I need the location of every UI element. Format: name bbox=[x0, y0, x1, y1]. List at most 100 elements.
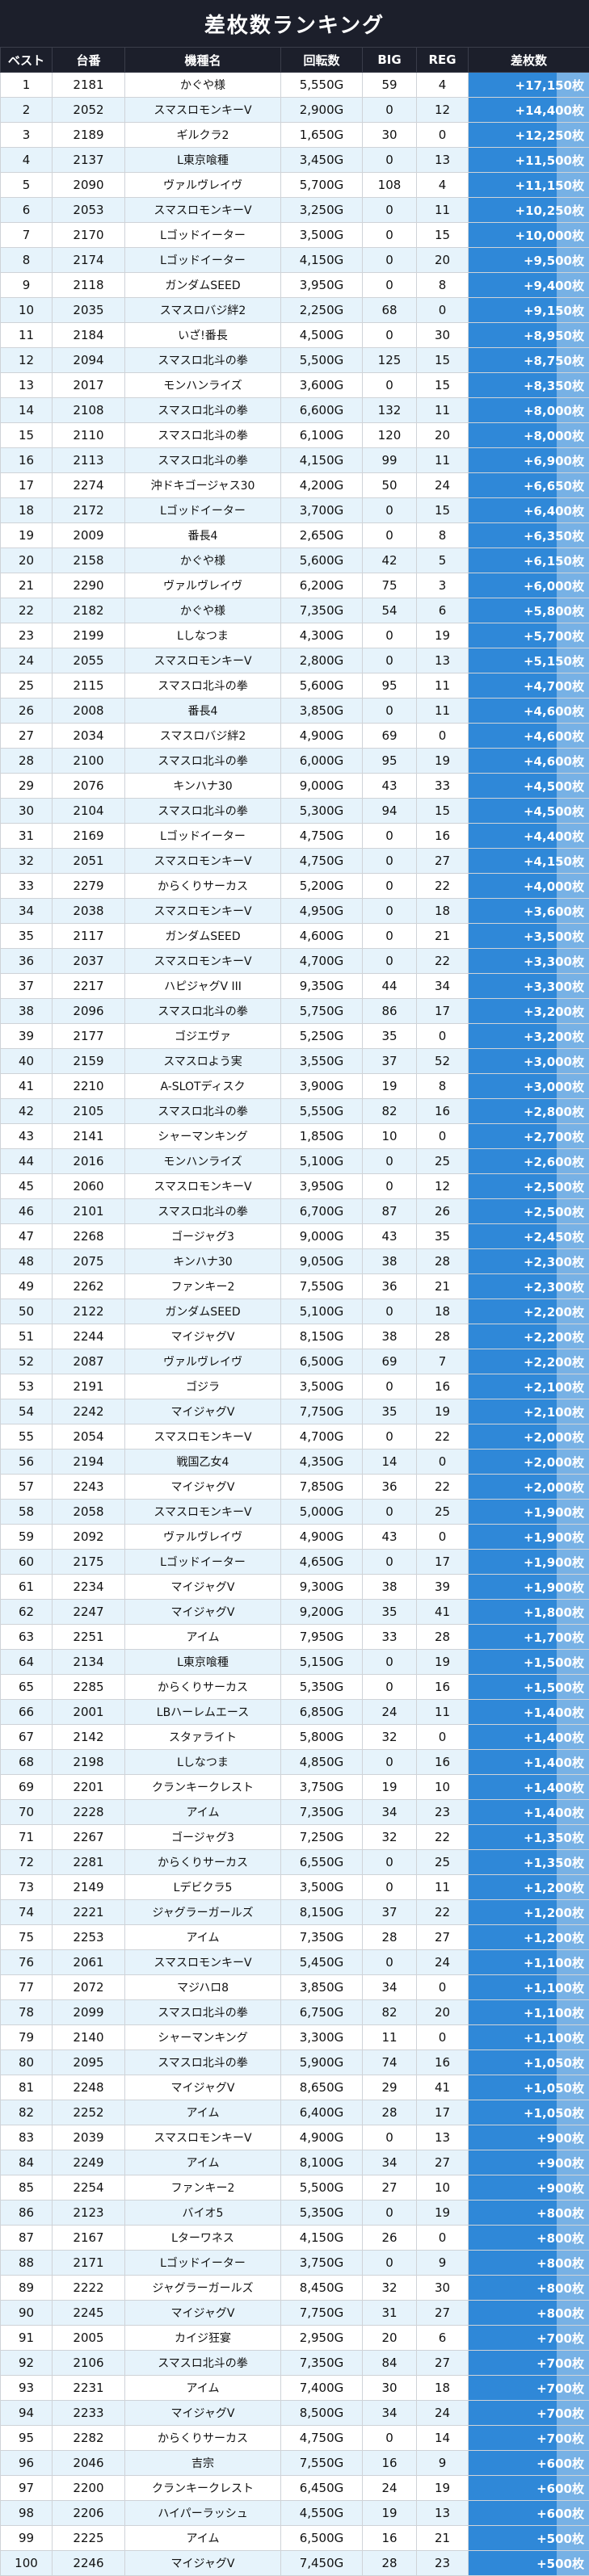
machine-number-cell: 2046 bbox=[53, 2451, 125, 2476]
machine-number-cell: 2199 bbox=[53, 623, 125, 648]
difference-cell: +2,200枚 bbox=[469, 1349, 589, 1374]
difference-cell: +1,100枚 bbox=[469, 2000, 589, 2025]
big-cell: 68 bbox=[363, 298, 417, 323]
machine-name-cell: アイム bbox=[125, 2150, 281, 2175]
difference-cell: +5,800枚 bbox=[469, 598, 589, 623]
machine-name-cell: ガンダムSEED bbox=[125, 924, 281, 949]
header-machine-number: 台番 bbox=[53, 48, 125, 73]
difference-cell: +1,500枚 bbox=[469, 1650, 589, 1675]
rank-cell: 93 bbox=[1, 2376, 53, 2401]
table-row: 402159スマスロよう実3,550G3752+3,000枚 bbox=[1, 1049, 589, 1074]
difference-value: +1,400枚 bbox=[524, 1731, 584, 1745]
rank-cell: 51 bbox=[1, 1324, 53, 1349]
difference-cell: +6,900枚 bbox=[469, 448, 589, 473]
table-row: 442016モンハンライズ5,100G025+2,600枚 bbox=[1, 1149, 589, 1174]
reg-cell: 15 bbox=[417, 348, 469, 373]
table-row: 422105スマスロ北斗の拳5,550G8216+2,800枚 bbox=[1, 1099, 589, 1124]
machine-name-cell: スマスロモンキーV bbox=[125, 949, 281, 974]
big-cell: 0 bbox=[363, 2251, 417, 2276]
machine-number-cell: 2106 bbox=[53, 2351, 125, 2376]
rank-cell: 28 bbox=[1, 749, 53, 774]
reg-cell: 24 bbox=[417, 1950, 469, 1975]
difference-cell: +800枚 bbox=[469, 2301, 589, 2326]
difference-value: +4,600枚 bbox=[524, 729, 584, 744]
big-cell: 69 bbox=[363, 1349, 417, 1374]
reg-cell: 6 bbox=[417, 2326, 469, 2351]
machine-number-cell: 2210 bbox=[53, 1074, 125, 1099]
machine-number-cell: 2099 bbox=[53, 2000, 125, 2025]
difference-value: +4,500枚 bbox=[524, 804, 584, 819]
big-cell: 38 bbox=[363, 1324, 417, 1349]
difference-value: +10,250枚 bbox=[515, 203, 584, 218]
spins-cell: 3,450G bbox=[281, 148, 363, 173]
big-cell: 0 bbox=[363, 248, 417, 273]
spins-cell: 7,350G bbox=[281, 598, 363, 623]
spins-cell: 3,600G bbox=[281, 373, 363, 398]
machine-name-cell: からくりサーカス bbox=[125, 874, 281, 899]
rank-cell: 87 bbox=[1, 2226, 53, 2251]
difference-cell: +3,300枚 bbox=[469, 949, 589, 974]
reg-cell: 0 bbox=[417, 2025, 469, 2050]
machine-name-cell: スマスロ北斗の拳 bbox=[125, 2000, 281, 2025]
spins-cell: 6,600G bbox=[281, 398, 363, 423]
big-cell: 0 bbox=[363, 874, 417, 899]
rank-cell: 26 bbox=[1, 699, 53, 724]
big-cell: 20 bbox=[363, 2326, 417, 2351]
difference-cell: +6,400枚 bbox=[469, 498, 589, 523]
difference-value: +11,500枚 bbox=[515, 153, 584, 168]
difference-value: +1,400枚 bbox=[524, 1806, 584, 1820]
difference-cell: +6,150枚 bbox=[469, 548, 589, 573]
spins-cell: 7,450G bbox=[281, 2551, 363, 2576]
machine-name-cell: ヴァルヴレイヴ bbox=[125, 1525, 281, 1550]
difference-value: +4,500枚 bbox=[524, 779, 584, 794]
big-cell: 125 bbox=[363, 348, 417, 373]
difference-cell: +4,500枚 bbox=[469, 774, 589, 799]
difference-value: +1,100枚 bbox=[524, 2031, 584, 2045]
table-row: 982206ハイパーラッシュ4,550G1913+600枚 bbox=[1, 2501, 589, 2526]
reg-cell: 24 bbox=[417, 2401, 469, 2426]
spins-cell: 6,850G bbox=[281, 1700, 363, 1725]
big-cell: 132 bbox=[363, 398, 417, 423]
rank-cell: 81 bbox=[1, 2075, 53, 2100]
reg-cell: 0 bbox=[417, 123, 469, 148]
rank-cell: 65 bbox=[1, 1675, 53, 1700]
rank-cell: 6 bbox=[1, 198, 53, 223]
difference-cell: +1,900枚 bbox=[469, 1575, 589, 1600]
reg-cell: 24 bbox=[417, 473, 469, 498]
difference-cell: +4,500枚 bbox=[469, 799, 589, 824]
difference-value: +14,400枚 bbox=[515, 103, 584, 118]
reg-cell: 0 bbox=[417, 724, 469, 749]
difference-value: +2,000枚 bbox=[524, 1455, 584, 1470]
spins-cell: 4,950G bbox=[281, 899, 363, 924]
reg-cell: 13 bbox=[417, 648, 469, 673]
difference-cell: +3,600枚 bbox=[469, 899, 589, 924]
big-cell: 54 bbox=[363, 598, 417, 623]
machine-number-cell: 2113 bbox=[53, 448, 125, 473]
rank-cell: 73 bbox=[1, 1875, 53, 1900]
machine-name-cell: かぐや様 bbox=[125, 598, 281, 623]
difference-cell: +8,750枚 bbox=[469, 348, 589, 373]
difference-cell: +9,150枚 bbox=[469, 298, 589, 323]
machine-number-cell: 2122 bbox=[53, 1299, 125, 1324]
machine-number-cell: 2285 bbox=[53, 1675, 125, 1700]
machine-name-cell: キンハナ30 bbox=[125, 774, 281, 799]
rank-cell: 56 bbox=[1, 1450, 53, 1475]
difference-cell: +3,500枚 bbox=[469, 924, 589, 949]
table-row: 702228アイム7,350G3423+1,400枚 bbox=[1, 1800, 589, 1825]
machine-name-cell: Lデビクラ5 bbox=[125, 1875, 281, 1900]
difference-cell: +4,000枚 bbox=[469, 874, 589, 899]
difference-value: +1,350枚 bbox=[524, 1856, 584, 1870]
machine-name-cell: スマスロモンキーV bbox=[125, 98, 281, 123]
reg-cell: 0 bbox=[417, 1975, 469, 2000]
reg-cell: 8 bbox=[417, 523, 469, 548]
rank-cell: 59 bbox=[1, 1525, 53, 1550]
header-reg: REG bbox=[417, 48, 469, 73]
difference-cell: +2,500枚 bbox=[469, 1174, 589, 1199]
machine-name-cell: スマスロ北斗の拳 bbox=[125, 2050, 281, 2075]
difference-cell: +3,000枚 bbox=[469, 1049, 589, 1074]
spins-cell: 4,900G bbox=[281, 724, 363, 749]
difference-value: +4,400枚 bbox=[524, 829, 584, 844]
reg-cell: 16 bbox=[417, 1374, 469, 1399]
machine-number-cell: 2194 bbox=[53, 1450, 125, 1475]
rank-cell: 95 bbox=[1, 2426, 53, 2451]
